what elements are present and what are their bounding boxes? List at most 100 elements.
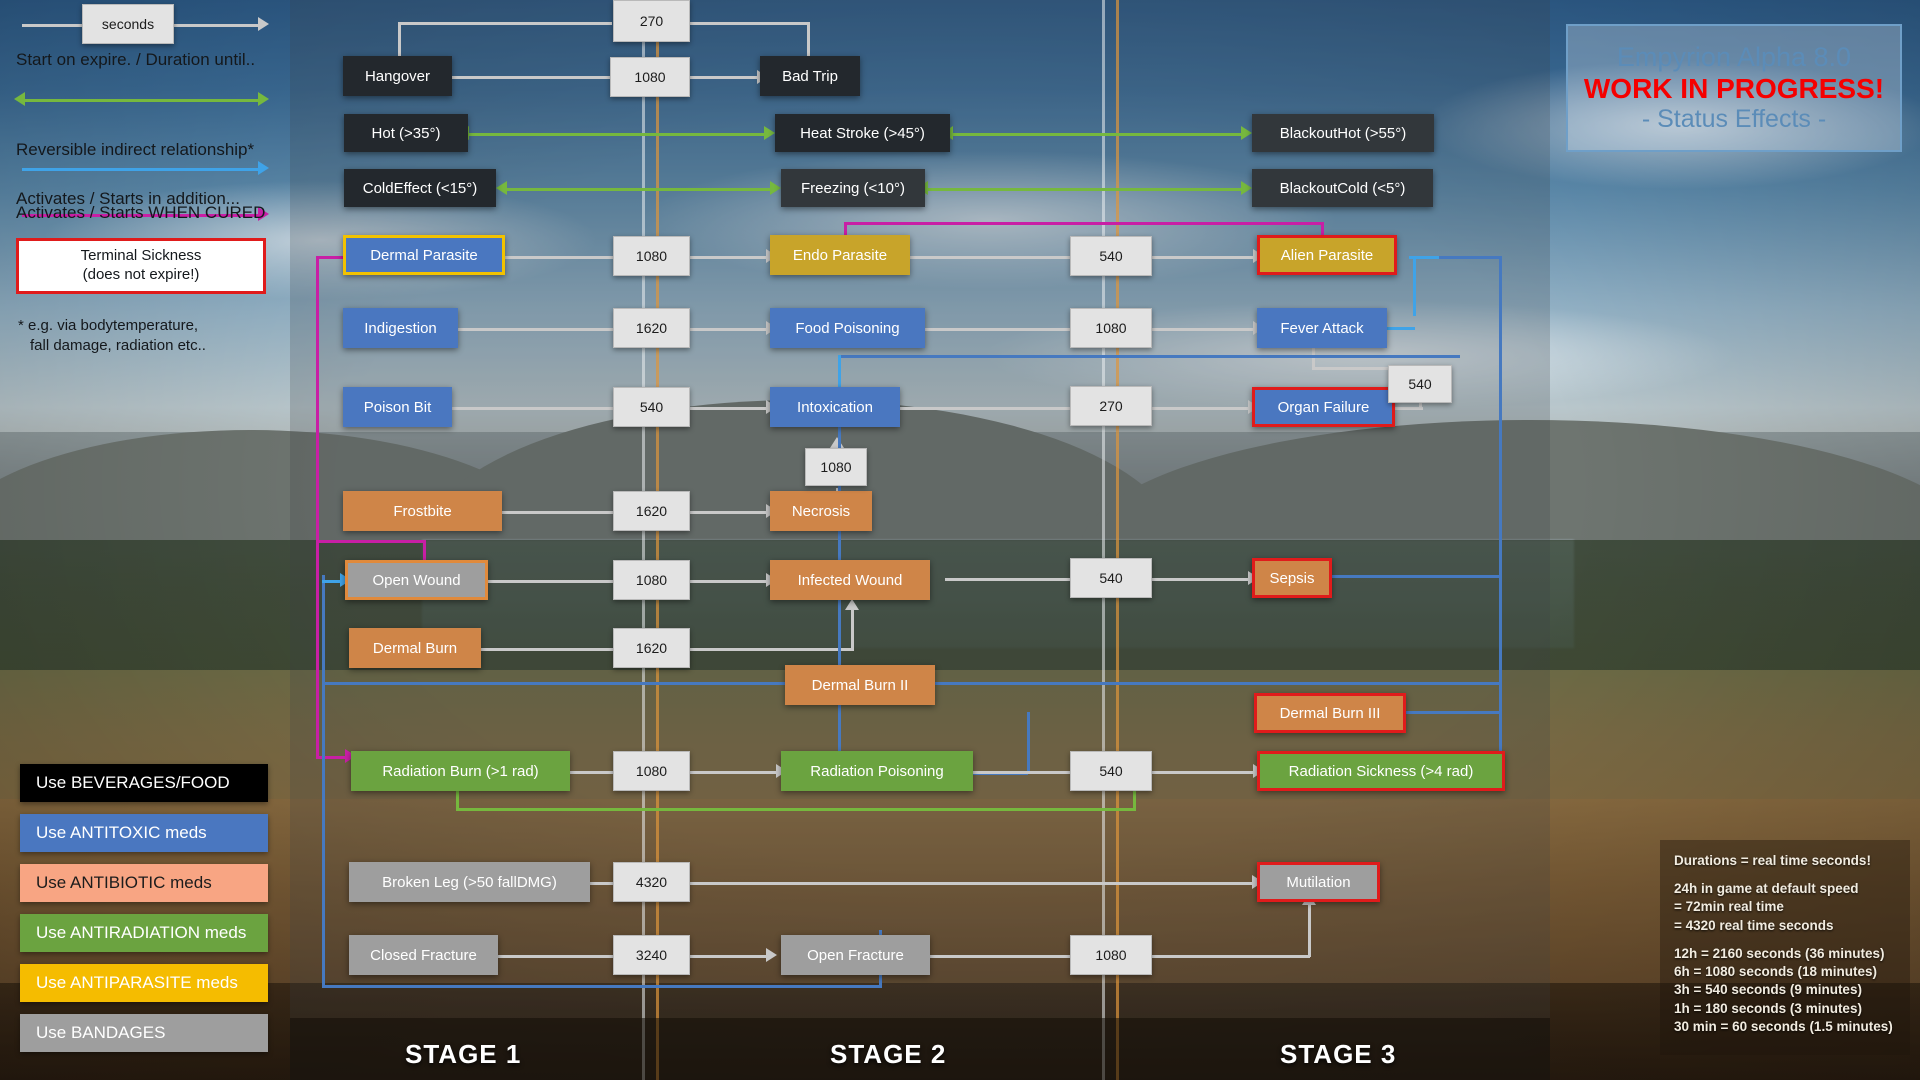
node-cold-effect[interactable]: ColdEffect (<15°) [344, 169, 496, 207]
node-heat-stroke[interactable]: Heat Stroke (>45°) [775, 114, 950, 152]
node-mutilation[interactable]: Mutilation [1257, 862, 1380, 902]
legend-seconds-chip: seconds [82, 4, 174, 44]
node-closed-fracture[interactable]: Closed Fracture [349, 935, 498, 975]
info-line-4: = 4320 real time seconds [1674, 917, 1834, 933]
node-food-poisoning[interactable]: Food Poisoning [770, 308, 925, 348]
node-poison-bit[interactable]: Poison Bit [343, 387, 452, 427]
title-subject: - Status Effects - [1641, 105, 1827, 133]
duration-chip-270[interactable]: 270 [1070, 386, 1152, 426]
duration-chip-1080[interactable]: 1080 [610, 57, 690, 97]
node-hangover[interactable]: Hangover [343, 56, 452, 96]
duration-chip-4320[interactable]: 4320 [613, 862, 690, 902]
connector [1152, 771, 1257, 774]
connector-blue [1409, 256, 1439, 259]
connector [925, 328, 1070, 331]
stage-divider-2 [1116, 0, 1119, 1080]
connector-magenta [316, 540, 426, 543]
legend-swatch-antiparasite[interactable]: Use ANTIPARASITE meds [20, 964, 268, 1002]
duration-chip-1080[interactable]: 1080 [1070, 308, 1152, 348]
connector [851, 610, 854, 650]
node-endo-parasite[interactable]: Endo Parasite [770, 235, 910, 275]
duration-chip-540[interactable]: 540 [1070, 558, 1152, 598]
arrowhead [764, 126, 775, 140]
connector-green [456, 790, 459, 810]
connector-magenta [844, 222, 1324, 225]
node-blackout-cold[interactable]: BlackoutCold (<5°) [1252, 169, 1433, 207]
duration-chip-1620[interactable]: 1620 [613, 628, 690, 668]
connector [452, 407, 613, 410]
duration-chip-1080[interactable]: 1080 [805, 448, 867, 486]
legend-panel: seconds Start on expire. / Duration unti… [0, 0, 290, 1080]
duration-chip-1080[interactable]: 1080 [613, 560, 690, 600]
node-dermal-burn-iii[interactable]: Dermal Burn III [1254, 693, 1406, 733]
node-radiation-poisoning[interactable]: Radiation Poisoning [781, 751, 973, 791]
duration-chip-270[interactable]: 270 [613, 0, 690, 42]
node-intoxication[interactable]: Intoxication [770, 387, 900, 427]
node-dermal-burn-ii[interactable]: Dermal Burn II [785, 665, 935, 705]
title-wip: WORK IN PROGRESS! [1583, 73, 1885, 104]
legend-line-green [22, 99, 262, 102]
connector [502, 511, 613, 514]
arrowhead [845, 599, 859, 610]
node-open-wound[interactable]: Open Wound [345, 560, 488, 600]
duration-chip-540[interactable]: 540 [1070, 751, 1152, 791]
legend-swatch-antiradiation[interactable]: Use ANTIRADIATION meds [20, 914, 268, 952]
node-sepsis[interactable]: Sepsis [1252, 558, 1332, 598]
connector [690, 22, 810, 25]
legend-swatch-antitoxic[interactable]: Use ANTITOXIC meds [20, 814, 268, 852]
connector-magenta [316, 756, 348, 759]
node-indigestion[interactable]: Indigestion [343, 308, 458, 348]
duration-chip-1620[interactable]: 1620 [613, 308, 690, 348]
node-dermal-burn[interactable]: Dermal Burn [349, 628, 481, 668]
legend-label-when-cured: Activates / Starts WHEN CURED [16, 203, 266, 222]
node-radiation-burn[interactable]: Radiation Burn (>1 rad) [351, 751, 570, 791]
duration-chip-540[interactable]: 540 [613, 387, 690, 427]
node-fever-attack[interactable]: Fever Attack [1257, 308, 1387, 348]
node-hot[interactable]: Hot (>35°) [344, 114, 468, 152]
stage-label-1: STAGE 1 [405, 1039, 522, 1069]
duration-chip-540[interactable]: 540 [1070, 236, 1152, 276]
info-line-1: Durations = real time seconds! [1674, 853, 1871, 868]
connector [590, 882, 613, 885]
node-open-fracture[interactable]: Open Fracture [781, 935, 930, 975]
connector [690, 76, 760, 79]
node-alien-parasite[interactable]: Alien Parasite [1257, 235, 1397, 275]
duration-chip-1080[interactable]: 1080 [613, 751, 690, 791]
node-blackout-hot[interactable]: BlackoutHot (>55°) [1252, 114, 1434, 152]
info-line-9: 30 min = 60 seconds (1.5 minutes) [1674, 1018, 1893, 1034]
title-box: Empyrion Alpha 8.0 WORK IN PROGRESS! - S… [1566, 24, 1902, 152]
node-freezing[interactable]: Freezing (<10°) [781, 169, 925, 207]
info-line-2: 24h in game at default speed [1674, 881, 1859, 897]
duration-chip-1080[interactable]: 1080 [613, 236, 690, 276]
arrowhead [258, 92, 269, 106]
legend-swatch-antibiotic[interactable]: Use ANTIBIOTIC meds [20, 864, 268, 902]
arrowhead [496, 181, 507, 195]
info-gap [1674, 870, 1896, 880]
connector-blue [1027, 712, 1030, 774]
duration-chip-3240[interactable]: 3240 [613, 935, 690, 975]
connector [1152, 578, 1252, 581]
duration-chip-1080[interactable]: 1080 [1070, 935, 1152, 975]
connector [1312, 347, 1315, 369]
node-broken-leg[interactable]: Broken Leg (>50 fallDMG) [349, 862, 590, 902]
node-radiation-sickness[interactable]: Radiation Sickness (>4 rad) [1257, 751, 1505, 791]
node-organ-failure[interactable]: Organ Failure [1252, 387, 1395, 427]
legend-swatch-bandages[interactable]: Use BANDAGES [20, 1014, 268, 1052]
connector [452, 76, 610, 79]
duration-chip-1620[interactable]: 1620 [613, 491, 690, 531]
node-necrosis[interactable]: Necrosis [770, 491, 872, 531]
connector [570, 771, 613, 774]
node-infected-wound[interactable]: Infected Wound [770, 560, 930, 600]
duration-chip-540[interactable]: 540 [1388, 365, 1452, 403]
legend-terminal-line2: (does not expire!) [82, 266, 200, 283]
node-bad-trip[interactable]: Bad Trip [760, 56, 860, 96]
node-frostbite[interactable]: Frostbite [343, 491, 502, 531]
stage-label-3: STAGE 3 [1280, 1039, 1397, 1069]
legend-swatch-beverages[interactable]: Use BEVERAGES/FOOD [20, 764, 268, 802]
connector [398, 22, 401, 60]
connector [930, 955, 1070, 958]
connector [690, 407, 770, 410]
connector-green [1133, 790, 1136, 810]
node-dermal-parasite[interactable]: Dermal Parasite [343, 235, 505, 275]
connector [1308, 905, 1311, 957]
